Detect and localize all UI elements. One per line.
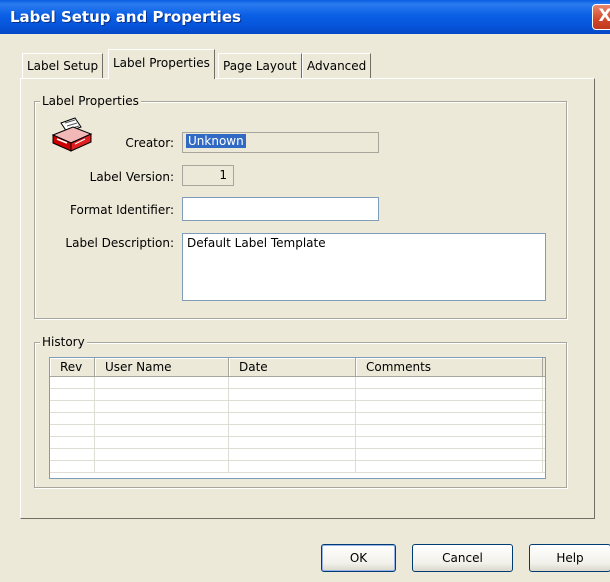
table-cell	[229, 449, 356, 460]
column-header-user-name[interactable]: User Name	[95, 358, 229, 376]
table-row[interactable]	[50, 401, 545, 413]
table-cell	[50, 389, 95, 400]
table-cell	[50, 425, 95, 436]
table-cell	[229, 413, 356, 424]
label-version-value: 1	[219, 168, 227, 182]
table-row[interactable]	[50, 437, 545, 449]
table-row[interactable]	[50, 377, 545, 389]
creator-value: Unknown	[186, 134, 246, 148]
history-group-title: History	[40, 335, 87, 349]
table-cell	[229, 461, 356, 472]
table-cell	[356, 425, 543, 436]
table-cell	[229, 425, 356, 436]
cancel-button[interactable]: Cancel	[412, 544, 513, 572]
table-cell	[356, 461, 543, 472]
help-button[interactable]: Help	[529, 544, 610, 572]
tab-label-properties[interactable]: Label Properties	[108, 49, 215, 79]
close-button[interactable]: X	[592, 4, 610, 30]
table-cell	[50, 413, 95, 424]
tab-advanced[interactable]: Advanced	[302, 53, 372, 78]
table-cell	[229, 401, 356, 412]
table-cell	[50, 377, 95, 388]
table-cell	[50, 461, 95, 472]
table-row[interactable]	[50, 413, 545, 425]
format-identifier-label: Format Identifier:	[70, 203, 174, 217]
table-cell	[95, 449, 229, 460]
table-cell	[356, 449, 543, 460]
table-cell	[229, 389, 356, 400]
table-cell	[356, 401, 543, 412]
table-cell	[95, 425, 229, 436]
label-version-label: Label Version:	[89, 170, 174, 184]
table-cell	[95, 461, 229, 472]
table-cell	[229, 377, 356, 388]
format-identifier-input[interactable]	[182, 197, 379, 221]
history-table-body	[50, 377, 545, 473]
label-version-field: 1	[182, 165, 234, 186]
tab-page-layout[interactable]: Page Layout	[218, 53, 302, 78]
title-bar: Label Setup and Properties X	[0, 0, 610, 34]
creator-label: Creator:	[125, 136, 174, 150]
table-row[interactable]	[50, 425, 545, 437]
table-row[interactable]	[50, 389, 545, 401]
table-cell	[95, 389, 229, 400]
column-header-rev[interactable]: Rev	[50, 358, 95, 376]
history-table-header: Rev User Name Date Comments	[50, 358, 545, 377]
table-cell	[50, 437, 95, 448]
label-printer-icon	[51, 117, 93, 152]
table-cell	[50, 401, 95, 412]
creator-field[interactable]: Unknown	[182, 132, 379, 153]
column-header-date[interactable]: Date	[229, 358, 356, 376]
table-cell	[356, 413, 543, 424]
table-cell	[229, 437, 356, 448]
table-row[interactable]	[50, 461, 545, 473]
table-cell	[95, 437, 229, 448]
table-cell	[95, 377, 229, 388]
table-cell	[50, 449, 95, 460]
table-cell	[95, 401, 229, 412]
table-cell	[356, 377, 543, 388]
label-description-label: Label Description:	[65, 236, 174, 250]
table-row[interactable]	[50, 449, 545, 461]
table-cell	[356, 437, 543, 448]
label-properties-group-title: Label Properties	[40, 94, 141, 108]
window-title: Label Setup and Properties	[10, 8, 241, 26]
table-cell	[95, 413, 229, 424]
label-description-textarea[interactable]: Default Label Template	[182, 233, 546, 301]
tab-label-setup[interactable]: Label Setup	[22, 53, 104, 78]
table-cell	[356, 389, 543, 400]
ok-button[interactable]: OK	[321, 544, 396, 572]
history-table[interactable]: Rev User Name Date Comments	[49, 357, 546, 479]
close-icon: X	[598, 6, 610, 26]
column-header-comments[interactable]: Comments	[356, 358, 543, 376]
